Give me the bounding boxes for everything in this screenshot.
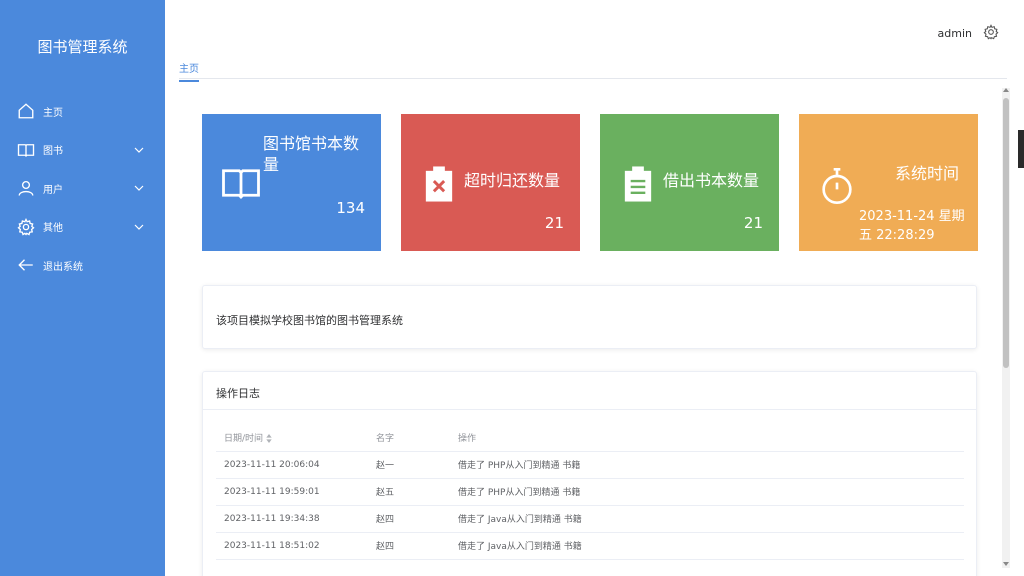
chevron-down-icon <box>134 185 144 191</box>
stopwatch-icon <box>822 168 852 204</box>
log-table: 日期/时间 名字 操作 2023-11-11 20:06:04 赵一 借走了 P… <box>216 424 964 560</box>
gear-icon <box>16 217 36 237</box>
card-title: 系统时间 <box>895 164 960 183</box>
sidebar-nav: 主页 图书 用户 其他 退出系统 <box>0 92 165 285</box>
sidebar-item-logout[interactable]: 退出系统 <box>0 246 165 285</box>
stat-card-overdue: 超时归还数量 21 <box>401 114 580 251</box>
column-header-datetime[interactable]: 日期/时间 <box>216 424 368 452</box>
stat-card-borrowed: 借出书本数量 21 <box>600 114 779 251</box>
card-title: 超时归还数量 <box>464 171 561 190</box>
table-row: 2023-11-11 19:34:38 赵四 借走了 Java从入门到精通 书籍 <box>216 505 964 533</box>
card-value: 21 <box>743 214 763 232</box>
sidebar-item-label: 用户 <box>43 184 63 196</box>
cell-action: 借走了 Java从入门到精通 书籍 <box>450 532 964 560</box>
column-header-name: 名字 <box>368 424 450 452</box>
home-icon <box>16 101 36 121</box>
clipboard-list-icon <box>624 166 652 202</box>
sidebar-item-users[interactable]: 用户 <box>0 169 165 208</box>
card-value: 21 <box>544 214 564 232</box>
scroll-down-arrow-icon[interactable] <box>1003 562 1009 566</box>
open-book-icon <box>222 169 260 199</box>
cell-action: 借走了 PHP从入门到精通 书籍 <box>450 451 964 479</box>
sidebar: 图书管理系统 主页 图书 用户 其他 退出系统 <box>0 0 165 576</box>
cell-datetime: 2023-11-11 20:06:04 <box>216 451 368 479</box>
main-scrollbar[interactable] <box>1002 88 1010 568</box>
sidebar-item-other[interactable]: 其他 <box>0 208 165 247</box>
table-header-row: 日期/时间 名字 操作 <box>216 424 964 452</box>
main-content: 图书馆书本数量 134 超时归还数量 21 借出书本数量 21 系统时间 202… <box>179 88 1003 576</box>
column-header-action: 操作 <box>450 424 964 452</box>
tab-home[interactable]: 主页 <box>179 60 199 82</box>
sidebar-item-label: 其他 <box>43 223 63 235</box>
user-icon <box>16 178 36 198</box>
app-title: 图书管理系统 <box>37 38 128 56</box>
chevron-down-icon <box>134 224 144 230</box>
log-title: 操作日志 <box>203 372 976 410</box>
user-name[interactable]: admin <box>938 27 972 40</box>
cell-datetime: 2023-11-11 19:59:01 <box>216 478 368 506</box>
sidebar-item-home[interactable]: 主页 <box>0 92 165 131</box>
sort-icon[interactable] <box>266 433 272 443</box>
card-value: 2023-11-24 星期五 22:28:29 <box>859 209 965 243</box>
stat-card-books: 图书馆书本数量 134 <box>202 114 381 251</box>
cell-datetime: 2023-11-11 18:51:02 <box>216 532 368 560</box>
sidebar-item-books[interactable]: 图书 <box>0 131 165 170</box>
cell-name: 赵四 <box>368 505 450 533</box>
sidebar-item-label: 退出系统 <box>43 261 83 273</box>
sidebar-item-label: 主页 <box>43 107 63 119</box>
edge-thumbnail <box>1018 130 1024 168</box>
stat-card-system-time: 系统时间 2023-11-24 星期五 22:28:29 <box>799 114 978 251</box>
card-value: 134 <box>336 199 365 217</box>
log-panel: 操作日志 日期/时间 名字 操作 2023-11-11 20:06:04 赵一 … <box>202 371 977 576</box>
table-row: 2023-11-11 19:59:01 赵五 借走了 PHP从入门到精通 书籍 <box>216 478 964 506</box>
card-title: 借出书本数量 <box>663 171 760 190</box>
settings-gear-icon[interactable] <box>983 24 999 40</box>
clipboard-x-icon <box>425 166 453 202</box>
top-header: admin <box>165 0 1024 60</box>
arrow-left-icon <box>16 255 36 275</box>
chevron-down-icon <box>134 147 144 153</box>
cell-datetime: 2023-11-11 19:34:38 <box>216 505 368 533</box>
cell-name: 赵一 <box>368 451 450 479</box>
table-row: 2023-11-11 18:51:02 赵四 借走了 Java从入门到精通 书籍 <box>216 532 964 560</box>
intro-text: 该项目模拟学校图书馆的图书管理系统 <box>216 314 403 327</box>
book-icon <box>16 140 36 160</box>
sidebar-item-label: 图书 <box>43 146 63 158</box>
table-row: 2023-11-11 20:06:04 赵一 借走了 PHP从入门到精通 书籍 <box>216 451 964 479</box>
card-title: 图书馆书本数量 <box>263 134 360 174</box>
cell-action: 借走了 Java从入门到精通 书籍 <box>450 505 964 533</box>
cell-name: 赵四 <box>368 532 450 560</box>
scroll-up-arrow-icon[interactable] <box>1003 88 1009 92</box>
cell-name: 赵五 <box>368 478 450 506</box>
tab-bar: 主页 <box>179 56 1007 82</box>
cell-action: 借走了 PHP从入门到精通 书籍 <box>450 478 964 506</box>
intro-panel: 该项目模拟学校图书馆的图书管理系统 <box>202 285 977 349</box>
scrollbar-thumb[interactable] <box>1003 98 1009 368</box>
